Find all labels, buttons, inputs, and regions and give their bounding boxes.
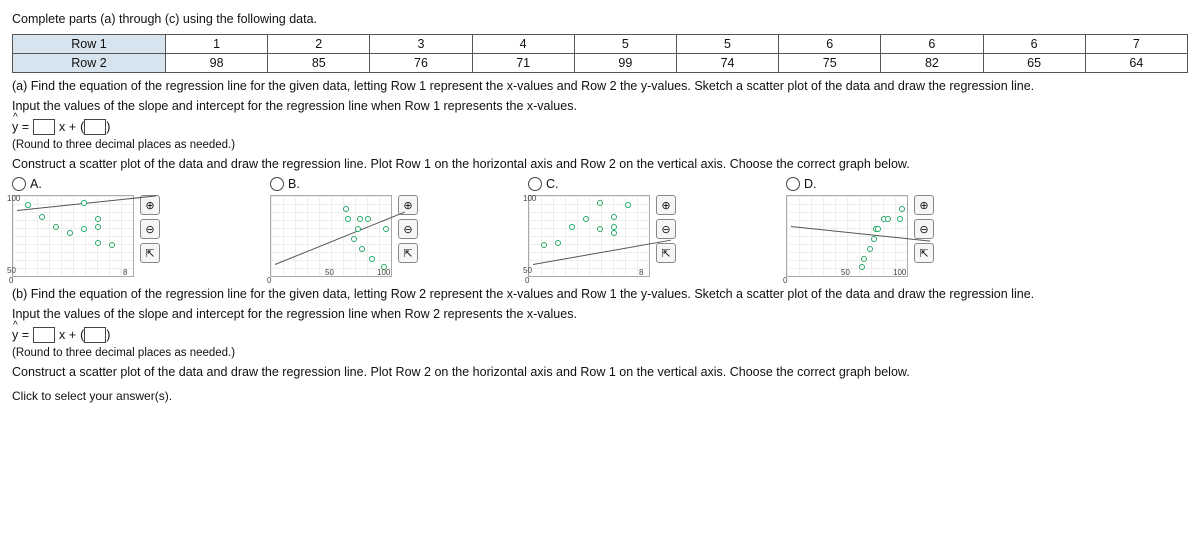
choice-a[interactable]: A. 100 50 8 0 ⊕ ⊖ ⇱ [12, 177, 160, 277]
zoom-out-icon[interactable]: ⊖ [398, 219, 418, 239]
popout-icon[interactable]: ⇱ [914, 243, 934, 263]
part-a-input-prompt: Input the values of the slope and interc… [12, 99, 1188, 113]
cell: 4 [472, 35, 574, 54]
cell: 3 [370, 35, 472, 54]
part-a-prompt: (a) Find the equation of the regression … [12, 79, 1188, 93]
equation-a: y = x + [12, 119, 1188, 135]
choice-b[interactable]: B. 0 50 100 ⊕ ⊖ ⇱ [270, 177, 418, 277]
equation-b: y = x + [12, 327, 1188, 343]
slope-input-b[interactable] [33, 327, 55, 343]
cell: 5 [676, 35, 778, 54]
plot-c: 100 50 8 0 [528, 195, 650, 277]
table-row: Row 1 1 2 3 4 5 5 6 6 6 7 [13, 35, 1188, 54]
zoom-out-icon[interactable]: ⊖ [656, 219, 676, 239]
plot-d: 0 50 100 [786, 195, 908, 277]
cell: 1 [166, 35, 268, 54]
slope-input-a[interactable] [33, 119, 55, 135]
cell: 2 [268, 35, 370, 54]
zoom-out-icon[interactable]: ⊖ [140, 219, 160, 239]
intercept-input-a[interactable] [80, 119, 110, 135]
zoom-in-icon[interactable]: ⊕ [140, 195, 160, 215]
cell: 76 [370, 54, 472, 73]
footer-text[interactable]: Click to select your answer(s). [12, 389, 1188, 403]
choice-c-label: C. [546, 177, 559, 191]
zoom-out-icon[interactable]: ⊖ [914, 219, 934, 239]
part-b-input-prompt: Input the values of the slope and interc… [12, 307, 1188, 321]
popout-icon[interactable]: ⇱ [656, 243, 676, 263]
plot-a: 100 50 8 0 [12, 195, 134, 277]
row2-label: Row 2 [13, 54, 166, 73]
choice-b-label: B. [288, 177, 300, 191]
eq-mid: x + [59, 328, 76, 342]
cell: 85 [268, 54, 370, 73]
cell: 99 [574, 54, 676, 73]
popout-icon[interactable]: ⇱ [140, 243, 160, 263]
cell: 98 [166, 54, 268, 73]
cell: 6 [881, 35, 983, 54]
popout-icon[interactable]: ⇱ [398, 243, 418, 263]
radio-a[interactable] [12, 177, 26, 191]
cell: 75 [779, 54, 881, 73]
construct-prompt-b: Construct a scatter plot of the data and… [12, 365, 1188, 379]
plot-b: 0 50 100 [270, 195, 392, 277]
y-hat: y = [12, 120, 29, 134]
choice-a-label: A. [30, 177, 42, 191]
cell: 6 [983, 35, 1085, 54]
row1-label: Row 1 [13, 35, 166, 54]
round-note-b: (Round to three decimal places as needed… [12, 347, 1188, 359]
construct-prompt-a: Construct a scatter plot of the data and… [12, 157, 1188, 171]
cell: 74 [676, 54, 778, 73]
part-b-prompt: (b) Find the equation of the regression … [12, 287, 1188, 301]
intercept-input-b[interactable] [80, 327, 110, 343]
zoom-in-icon[interactable]: ⊕ [656, 195, 676, 215]
radio-c[interactable] [528, 177, 542, 191]
zoom-in-icon[interactable]: ⊕ [914, 195, 934, 215]
round-note-a: (Round to three decimal places as needed… [12, 139, 1188, 151]
cell: 71 [472, 54, 574, 73]
table-row: Row 2 98 85 76 71 99 74 75 82 65 64 [13, 54, 1188, 73]
data-table: Row 1 1 2 3 4 5 5 6 6 6 7 Row 2 98 85 76… [12, 34, 1188, 73]
y-hat: y = [12, 328, 29, 342]
cell: 6 [779, 35, 881, 54]
radio-d[interactable] [786, 177, 800, 191]
cell: 64 [1085, 54, 1187, 73]
choice-d[interactable]: D. 0 50 100 ⊕ ⊖ ⇱ [786, 177, 934, 277]
choice-c[interactable]: C. 100 50 8 0 ⊕ ⊖ ⇱ [528, 177, 676, 277]
cell: 5 [574, 35, 676, 54]
eq-mid: x + [59, 120, 76, 134]
cell: 82 [881, 54, 983, 73]
radio-b[interactable] [270, 177, 284, 191]
choice-d-label: D. [804, 177, 817, 191]
graph-choices: A. 100 50 8 0 ⊕ ⊖ ⇱ B. [12, 177, 1188, 277]
cell: 65 [983, 54, 1085, 73]
intro-text: Complete parts (a) through (c) using the… [12, 12, 1188, 26]
cell: 7 [1085, 35, 1187, 54]
